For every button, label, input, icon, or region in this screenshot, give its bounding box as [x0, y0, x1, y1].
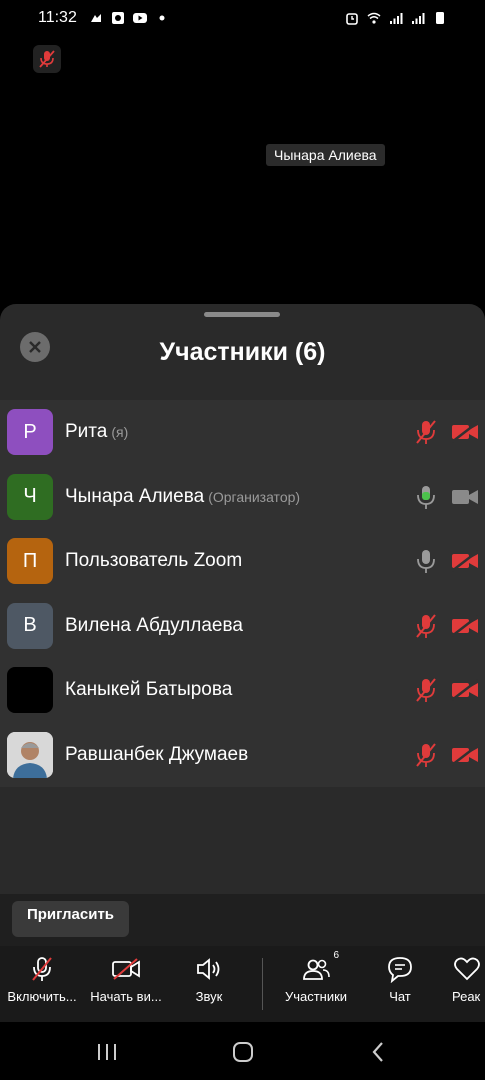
muted-badge — [33, 45, 61, 73]
video-off-icon — [450, 421, 480, 444]
mic-muted-icon — [32, 957, 52, 981]
reactions-button[interactable]: Реак — [452, 954, 485, 1014]
chat-icon — [388, 957, 412, 983]
speaker-name-label: Чынара Алиева — [266, 144, 385, 166]
mic-muted-icon — [414, 613, 438, 639]
audio-label: Звук — [195, 989, 223, 1004]
avatar — [7, 731, 53, 778]
status-time: 11:32 — [38, 9, 77, 26]
dot-icon — [159, 15, 165, 21]
avatar: Ч — [7, 473, 53, 520]
video-off-icon — [450, 679, 480, 702]
invite-area: Пригласить — [0, 894, 485, 946]
avatar-initial: П — [22, 549, 38, 572]
home-button[interactable] — [227, 1036, 259, 1068]
mic-muted-icon — [414, 419, 438, 445]
heart-icon — [454, 957, 480, 981]
unmute-button[interactable]: Включить... — [4, 954, 80, 1014]
start-video-button[interactable]: Начать ви... — [86, 954, 166, 1014]
mic-muted-icon — [414, 677, 438, 703]
back-button[interactable] — [362, 1036, 394, 1068]
invite-button[interactable]: Пригласить — [12, 901, 129, 937]
mic-icon — [414, 548, 438, 574]
avatar — [7, 667, 53, 714]
participant-name: Вилена Абдуллаева — [65, 615, 243, 637]
participant-role-tag: (Организатор) — [208, 488, 301, 505]
notification-app-icon — [111, 12, 124, 24]
participant-row[interactable]: Равшанбек Джумаев — [0, 723, 485, 788]
avatar-initial: В — [23, 614, 37, 637]
video-off-icon — [112, 958, 140, 980]
status-bar: 11:32 — [0, 0, 485, 36]
participant-row[interactable]: В Вилена Абдуллаева — [0, 594, 485, 659]
recents-icon — [98, 1044, 116, 1060]
mic-icon — [414, 484, 438, 510]
back-icon — [372, 1042, 383, 1062]
speaker-icon — [197, 958, 220, 980]
avatar-initial: Р — [23, 420, 37, 443]
alarm-icon — [346, 13, 358, 25]
recents-button[interactable] — [91, 1036, 123, 1068]
drag-handle[interactable] — [204, 312, 280, 317]
video-camera-icon — [450, 486, 480, 508]
panel-title: Участники (6) — [159, 337, 326, 366]
participant-name-text: Равшанбек Джумаев — [65, 743, 249, 765]
video-off-icon — [450, 550, 480, 573]
home-icon — [233, 1042, 253, 1062]
avatar: В — [7, 602, 53, 649]
avatar-photo-icon — [7, 731, 53, 778]
participant-name: Пользователь Zoom — [65, 550, 242, 572]
participant-row[interactable]: Р Рита (я) — [0, 400, 485, 465]
avatar: Р — [7, 409, 53, 456]
participant-role-tag: (я) — [111, 424, 129, 441]
participant-name: Равшанбек Джумаев — [65, 744, 248, 766]
chat-button[interactable]: Чат — [380, 954, 420, 1014]
participant-row[interactable]: П Пользователь Zoom — [0, 529, 485, 594]
video-off-icon — [450, 614, 480, 637]
participant-name: Рита (я) — [65, 421, 128, 443]
participants-label: Участники — [284, 989, 348, 1004]
toolbar-divider — [262, 958, 263, 1010]
participant-list: Р Рита (я) Ч Чынара Алиева (Организатор) П Поль… — [0, 400, 485, 787]
participants-count-badge: 6 — [333, 950, 339, 961]
wifi-icon — [367, 12, 381, 24]
chat-label: Чат — [389, 989, 411, 1004]
video-area[interactable]: Чынара Алиева — [0, 36, 485, 304]
participant-name-text: Вилена Абдуллаева — [65, 614, 243, 636]
participant-name-text: Рита — [65, 421, 108, 443]
start-video-label: Начать ви... — [90, 989, 162, 1004]
participant-row[interactable]: Каныкей Батырова — [0, 658, 485, 723]
video-off-icon — [450, 743, 480, 766]
mic-muted-icon — [414, 742, 438, 768]
participants-button[interactable]: 6 Участники — [278, 950, 354, 1014]
avatar-initial: Ч — [23, 485, 37, 508]
reactions-label: Реак — [452, 989, 481, 1004]
mic-muted-icon — [39, 50, 55, 68]
signal-icon — [390, 13, 403, 24]
youtube-icon — [132, 13, 147, 23]
signal-icon-2 — [412, 13, 425, 24]
participants-panel: Участники (6) Р Рита (я) Ч Чынара Алиева (Орг… — [0, 304, 485, 946]
participant-name: Каныкей Батырова — [65, 679, 232, 701]
avatar: П — [7, 538, 53, 585]
unmute-label: Включить... — [7, 989, 77, 1004]
audio-button[interactable]: Звук — [182, 954, 236, 1014]
participant-name: Чынара Алиева (Организатор) — [65, 486, 300, 508]
battery-icon — [436, 12, 444, 24]
participant-row[interactable]: Ч Чынара Алиева (Организатор) — [0, 465, 485, 530]
meeting-toolbar: Включить... Начать ви... Звук 6 Участник… — [0, 946, 485, 1022]
sleep-mode-icon — [90, 14, 101, 22]
participants-icon — [303, 959, 330, 980]
participant-name-text: Чынара Алиева — [65, 485, 205, 507]
participant-name-text: Каныкей Батырова — [65, 679, 233, 701]
participant-name-text: Пользователь Zoom — [65, 550, 243, 572]
system-nav-bar — [0, 1022, 485, 1080]
